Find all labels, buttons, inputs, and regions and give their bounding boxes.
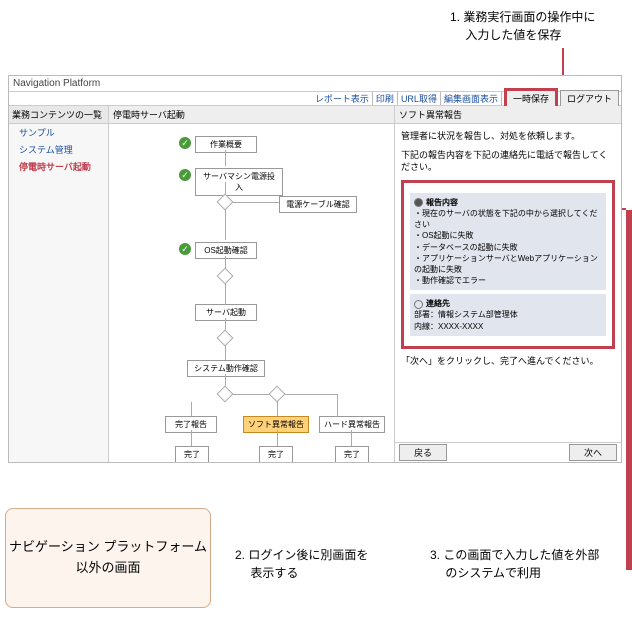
detail-pane: ソフト異常報告 管理者に状況を報告し、対処を依頼します。 下記の報告内容を下記の…	[395, 106, 621, 462]
detail-lead2: 下記の報告内容を下記の連絡先に電話で報告してください。	[401, 149, 615, 174]
flow-node-active[interactable]: ソフト異常報告	[243, 416, 309, 433]
sidebar: 業務コンテンツの一覧 サンプル システム管理 停電時サーバ起動	[9, 106, 109, 462]
sidebar-item-sample[interactable]: サンプル	[9, 124, 108, 141]
flow-node[interactable]: サーバ起動	[195, 304, 257, 321]
callout-line	[626, 210, 632, 570]
detail-header: ソフト異常報告	[395, 106, 621, 124]
menu-report[interactable]: レポート表示	[312, 92, 373, 105]
flow-header: 停電時サーバ起動	[109, 106, 394, 124]
sidebar-item-system[interactable]: システム管理	[9, 141, 108, 158]
flow-node[interactable]: ハード異常報告	[319, 416, 385, 433]
decision-icon	[217, 386, 234, 403]
group-title: 連絡先	[426, 299, 450, 308]
flow-pane: 停電時サーバ起動 ✓ 作業概要 ✓ サーバマシン電源投入 電源ケーブル確認 ✓ …	[109, 106, 395, 462]
flow-end[interactable]: 完了	[259, 446, 293, 462]
group-title: 報告内容	[426, 198, 458, 207]
flow-node[interactable]: 作業概要	[195, 136, 257, 153]
flow-end[interactable]: 完了	[175, 446, 209, 462]
flow-node[interactable]: サーバマシン電源投入	[195, 168, 283, 196]
menu-url[interactable]: URL取得	[398, 92, 441, 105]
external-screen-box: ナビゲーション プラットフォーム以外の画面	[5, 508, 211, 608]
menu-edit[interactable]: 編集画面表示	[441, 92, 502, 105]
next-instruction: 「次へ」をクリックし、完了へ進んでください。	[401, 355, 615, 368]
back-button[interactable]: 戻る	[399, 444, 447, 461]
decision-icon	[217, 268, 234, 285]
sidebar-item-power[interactable]: 停電時サーバ起動	[9, 158, 108, 175]
check-icon: ✓	[179, 169, 191, 181]
flow-node[interactable]: システム動作確認	[187, 360, 265, 377]
check-icon: ✓	[179, 243, 191, 255]
callout-2: 2. ログイン後に別画面を 表示する	[235, 546, 368, 582]
check-icon: ✓	[179, 137, 191, 149]
detail-lead: 管理者に状況を報告し、対処を依頼します。	[401, 130, 615, 143]
menubar: レポート表示 印刷 URL取得 編集画面表示 一時保存 ログアウト	[9, 92, 621, 106]
decision-icon	[217, 330, 234, 347]
radio-icon[interactable]	[414, 300, 423, 309]
decision-icon	[269, 386, 286, 403]
flow-node[interactable]: 電源ケーブル確認	[279, 196, 357, 213]
highlighted-form: 報告内容 ・現在のサーバの状態を下記の中から選択してください ・OS起動に失敗 …	[401, 180, 615, 349]
sidebar-header: 業務コンテンツの一覧	[9, 106, 108, 124]
report-group[interactable]: 報告内容 ・現在のサーバの状態を下記の中から選択してください ・OS起動に失敗 …	[410, 193, 606, 291]
logout-button[interactable]: ログアウト	[560, 90, 619, 107]
next-button[interactable]: 次へ	[569, 444, 617, 461]
decision-icon	[217, 194, 234, 211]
flow-node[interactable]: OS起動確認	[195, 242, 257, 259]
radio-icon[interactable]	[414, 198, 423, 207]
flow-end[interactable]: 完了	[335, 446, 369, 462]
contact-group[interactable]: 連絡先 部署：情報システム部管理体 内線：XXXX-XXXX	[410, 294, 606, 336]
callout-line	[562, 48, 564, 76]
callout-1: 1. 業務実行画面の操作中に 入力した値を保存	[450, 8, 595, 44]
app-window: Navigation Platform レポート表示 印刷 URL取得 編集画面…	[8, 75, 622, 463]
callout-3: 3. この画面で入力した値を外部 のシステムで利用	[430, 546, 599, 582]
menu-print[interactable]: 印刷	[373, 92, 398, 105]
